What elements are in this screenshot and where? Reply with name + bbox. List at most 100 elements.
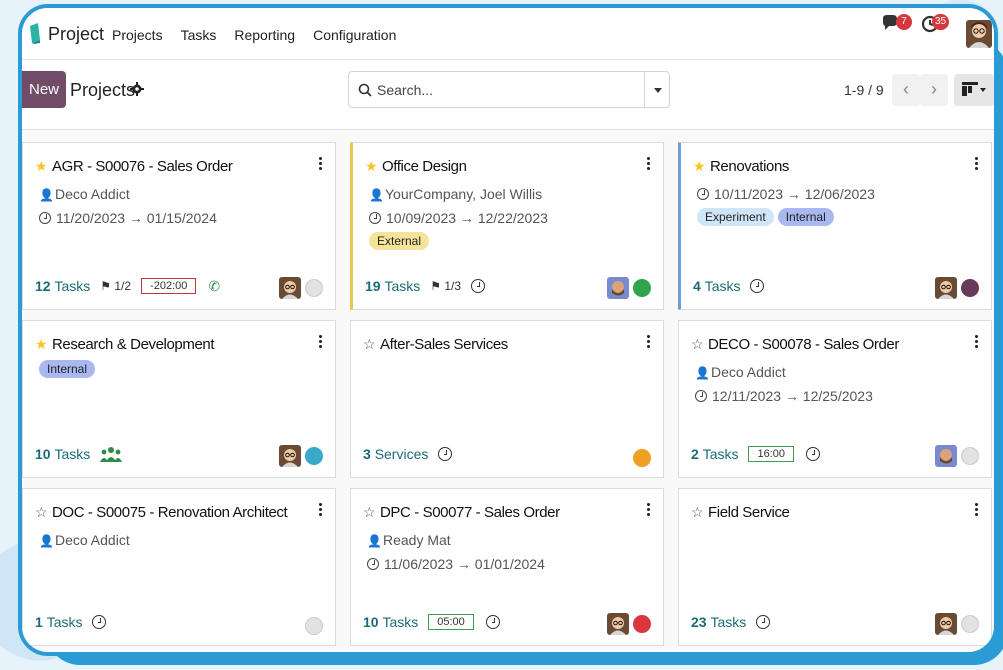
main-menu: Projects Tasks Reporting Configuration <box>112 27 414 43</box>
favorite-star-icon[interactable]: ★ <box>35 158 49 175</box>
menu-projects[interactable]: Projects <box>112 27 163 43</box>
new-button[interactable]: New <box>22 71 66 108</box>
card-menu-icon[interactable] <box>319 157 323 172</box>
person-icon: 👤 <box>695 366 710 380</box>
task-count-link[interactable]: 4 Tasks <box>693 278 740 294</box>
menu-reporting[interactable]: Reporting <box>234 27 295 43</box>
user-avatar[interactable] <box>966 20 992 48</box>
search-input[interactable]: Search... <box>377 82 433 98</box>
project-card-office-design[interactable]: ★ Office Design 👤YourCompany, Joel Willis… <box>350 142 664 310</box>
project-card-agr[interactable]: ★ AGR - S00076 - Sales Order 👤Deco Addict… <box>22 142 336 310</box>
project-card-renovations[interactable]: ★ Renovations 10/11/2023 → 12/06/2023 Exp… <box>678 142 992 310</box>
status-indicator[interactable] <box>961 615 979 633</box>
pager-previous-button[interactable]: ‹ <box>892 74 920 106</box>
card-menu-icon[interactable] <box>647 503 651 518</box>
project-card-dpc[interactable]: ☆ DPC - S00077 - Sales Order 👤Ready Mat 1… <box>350 488 664 646</box>
card-menu-icon[interactable] <box>319 335 323 350</box>
card-avatars <box>935 445 979 467</box>
status-indicator[interactable] <box>305 279 323 297</box>
allocated-time: 16:00 <box>748 446 795 462</box>
project-card-after-sales[interactable]: ☆ After-Sales Services 3 Services <box>350 320 664 478</box>
app-brand[interactable]: Project <box>48 24 104 45</box>
card-avatars <box>607 613 651 635</box>
project-card-field-service[interactable]: ☆ Field Service 23 Tasks <box>678 488 992 646</box>
card-title[interactable]: ★ Office Design <box>365 158 467 175</box>
favorite-star-icon[interactable]: ★ <box>365 158 379 175</box>
gear-icon[interactable] <box>130 82 144 96</box>
favorite-star-icon[interactable]: ★ <box>693 158 707 175</box>
activity-clock-icon[interactable] <box>485 615 500 629</box>
card-title[interactable]: ☆ DPC - S00077 - Sales Order <box>363 504 560 521</box>
status-indicator[interactable] <box>305 447 323 465</box>
card-customer: 👤Deco Addict <box>695 364 786 380</box>
favorite-star-icon[interactable]: ☆ <box>691 504 705 521</box>
project-app-icon[interactable] <box>28 22 42 44</box>
activity-clock-icon[interactable] <box>471 279 486 293</box>
card-menu-icon[interactable] <box>975 335 979 350</box>
user-avatar <box>279 277 301 299</box>
card-footer: 3 Services <box>363 443 453 465</box>
task-count-link[interactable]: 23 Tasks <box>691 614 746 630</box>
card-title[interactable]: ☆ Field Service <box>691 504 790 521</box>
project-card-doc[interactable]: ☆ DOC - S00075 - Renovation Architect 👤De… <box>22 488 336 646</box>
card-title[interactable]: ★ AGR - S00076 - Sales Order <box>35 158 233 175</box>
card-title[interactable]: ☆ DOC - S00075 - Renovation Architect <box>35 504 288 521</box>
card-title[interactable]: ☆ DECO - S00078 - Sales Order <box>691 336 899 353</box>
activity-clock-icon[interactable] <box>806 447 821 461</box>
card-menu-icon[interactable] <box>975 157 979 172</box>
task-count-link[interactable]: 19 Tasks <box>365 278 420 294</box>
pager-next-button[interactable]: › <box>920 74 948 106</box>
tag-internal: Internal <box>39 360 96 378</box>
status-indicator[interactable] <box>633 279 651 297</box>
task-count-link[interactable]: 10 Tasks <box>35 446 90 462</box>
card-tags: External <box>369 232 433 250</box>
task-count-link[interactable]: 2 Tasks <box>691 446 738 462</box>
menu-tasks[interactable]: Tasks <box>181 27 217 43</box>
clock-icon <box>367 558 379 570</box>
task-count-link[interactable]: 3 Services <box>363 446 428 462</box>
menu-configuration[interactable]: Configuration <box>313 27 396 43</box>
activity-clock-icon[interactable] <box>438 447 453 461</box>
user-avatar <box>935 613 957 635</box>
card-menu-icon[interactable] <box>319 503 323 518</box>
person-icon: 👤 <box>367 534 382 548</box>
card-customer: 👤Ready Mat <box>367 532 451 548</box>
allocated-time: -202:00 <box>141 278 197 294</box>
status-indicator[interactable] <box>633 615 651 633</box>
favorite-star-icon[interactable]: ☆ <box>691 336 705 353</box>
clock-icon <box>697 188 709 200</box>
phone-icon[interactable]: ✆ <box>208 278 220 295</box>
favorite-star-icon[interactable]: ☆ <box>363 336 377 353</box>
pager-value[interactable]: 1-9 / 9 <box>844 82 884 98</box>
card-menu-icon[interactable] <box>647 157 651 172</box>
kanban-view-button[interactable] <box>954 74 994 106</box>
activity-clock-icon[interactable] <box>756 615 771 629</box>
status-indicator[interactable] <box>961 447 979 465</box>
search-icon <box>358 83 372 97</box>
card-menu-icon[interactable] <box>647 335 651 350</box>
card-footer: 12 Tasks ⚑ 1/2 -202:00 ✆ <box>35 275 220 297</box>
card-title[interactable]: ★ Research & Development <box>35 336 215 353</box>
favorite-star-icon[interactable]: ☆ <box>35 504 49 521</box>
activity-clock-icon[interactable] <box>750 279 765 293</box>
card-title[interactable]: ☆ After-Sales Services <box>363 336 508 353</box>
search-bar[interactable]: Search... <box>348 71 670 108</box>
favorite-star-icon[interactable]: ☆ <box>363 504 377 521</box>
task-count-link[interactable]: 10 Tasks <box>363 614 418 630</box>
people-icon[interactable] <box>100 446 123 462</box>
task-count-link[interactable]: 1 Tasks <box>35 614 82 630</box>
project-card-research-development[interactable]: ★ Research & Development Internal 10 Task… <box>22 320 336 478</box>
task-count-link[interactable]: 12 Tasks <box>35 278 90 294</box>
status-indicator[interactable] <box>633 449 651 467</box>
allocated-time: 05:00 <box>428 614 474 630</box>
favorite-star-icon[interactable]: ★ <box>35 336 49 353</box>
card-tags: Experiment Internal <box>697 208 838 226</box>
card-title[interactable]: ★ Renovations <box>693 158 789 175</box>
card-menu-icon[interactable] <box>975 503 979 518</box>
status-indicator[interactable] <box>961 279 979 297</box>
search-options-toggle[interactable] <box>644 72 669 107</box>
status-indicator[interactable] <box>305 617 323 635</box>
activity-clock-icon[interactable] <box>92 615 107 629</box>
user-avatar <box>935 277 957 299</box>
project-card-deco[interactable]: ☆ DECO - S00078 - Sales Order 👤Deco Addic… <box>678 320 992 478</box>
